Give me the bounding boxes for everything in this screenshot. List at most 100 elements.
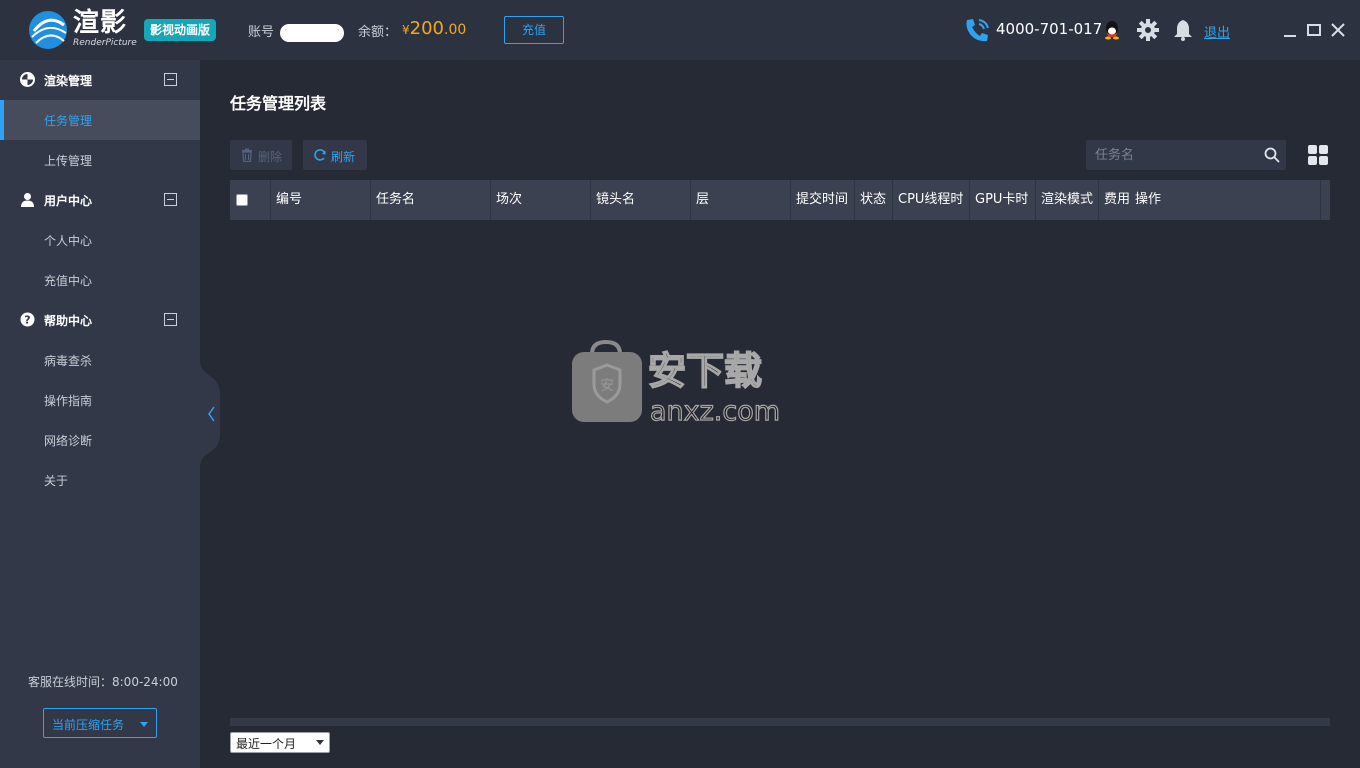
collapse-toggle[interactable] — [164, 193, 177, 206]
svg-text:?: ? — [24, 314, 30, 327]
sidebar-item-label: 操作指南 — [44, 394, 93, 408]
watermark-text-en: anxz.com — [650, 396, 780, 424]
brand-subtitle: RenderPicture — [73, 38, 137, 48]
column-header-render-mode[interactable]: 渲染模式 — [1041, 180, 1093, 220]
account-value-masked — [280, 24, 344, 42]
column-divider — [969, 180, 970, 220]
chevron-down-icon — [140, 722, 148, 727]
column-header-layer[interactable]: 层 — [696, 180, 709, 220]
sidebar-item-upload-management[interactable]: 上传管理 — [0, 140, 200, 180]
sidebar-group-user[interactable]: 用户中心 — [0, 180, 200, 220]
recharge-button[interactable]: 充值 — [504, 16, 564, 44]
search-box — [1086, 140, 1286, 170]
gear-icon[interactable] — [1137, 19, 1159, 41]
balance-currency: ¥ — [402, 23, 410, 37]
collapse-toggle[interactable] — [164, 313, 177, 326]
user-icon — [21, 193, 34, 207]
column-header-gpu-time[interactable]: GPU卡时 — [975, 180, 1028, 220]
sidebar-item-label: 关于 — [44, 474, 69, 488]
select-all-checkbox[interactable] — [236, 194, 248, 206]
horizontal-scrollbar[interactable] — [230, 718, 1330, 726]
column-divider — [590, 180, 591, 220]
period-select-value: 最近一个月 — [236, 737, 297, 751]
sidebar-item-recharge-center[interactable]: 充值中心 — [0, 260, 200, 300]
collapse-toggle[interactable] — [164, 73, 177, 86]
refresh-button[interactable]: 刷新 — [303, 140, 367, 170]
bell-icon[interactable] — [1173, 19, 1193, 41]
grid-view-icon[interactable] — [1308, 145, 1328, 165]
column-divider — [270, 180, 271, 220]
trash-icon — [242, 148, 252, 162]
sidebar-item-label: 上传管理 — [44, 154, 93, 168]
brand-name: 渲影 — [73, 8, 128, 38]
column-header-submit-time[interactable]: 提交时间 — [796, 180, 848, 220]
service-time: 客服在线时间：8:00-24:00 — [28, 675, 178, 689]
account-label: 账号 — [248, 25, 275, 40]
logo-icon — [29, 11, 67, 49]
sidebar-item-personal-center[interactable]: 个人中心 — [0, 220, 200, 260]
sidebar-item-virus-scan[interactable]: 病毒查杀 — [0, 340, 200, 380]
sidebar-item-task-management[interactable]: 任务管理 — [0, 100, 200, 140]
sidebar-group-help[interactable]: ? 帮助中心 — [0, 300, 200, 340]
watermark-logo: 安 安下载 anxz.com — [572, 340, 781, 424]
search-icon[interactable] — [1264, 147, 1280, 163]
table-header: 编号 任务名 场次 镜头名 层 提交时间 状态 CPU线程时 GPU卡时 渲染模… — [230, 180, 1330, 220]
delete-label: 删除 — [258, 150, 283, 164]
column-header-actions[interactable]: 操作 — [1135, 180, 1161, 220]
column-divider — [1320, 180, 1321, 220]
edition-badge: 影视动画版 — [144, 19, 217, 41]
sidebar-group-label: 渲染管理 — [44, 74, 93, 88]
balance-label: 余额： — [358, 25, 398, 40]
sidebar-group-label: 用户中心 — [44, 194, 93, 208]
balance-integer: 200 — [409, 18, 444, 39]
sidebar-item-label: 个人中心 — [44, 234, 93, 248]
sidebar-item-label: 网络诊断 — [44, 434, 93, 448]
sidebar-item-label: 任务管理 — [44, 114, 93, 128]
column-header-id[interactable]: 编号 — [276, 180, 302, 220]
help-icon: ? — [20, 312, 35, 327]
column-header-shot-name[interactable]: 镜头名 — [596, 180, 635, 220]
watermark-shield-glyph: 安 — [600, 378, 614, 394]
compress-task-select[interactable]: 当前压缩任务 — [43, 708, 157, 738]
sidebar-item-label: 病毒查杀 — [44, 354, 93, 368]
logout-link[interactable]: 退出 — [1204, 22, 1230, 41]
balance-decimal: .00 — [444, 22, 467, 38]
refresh-label: 刷新 — [331, 150, 356, 164]
column-divider — [690, 180, 691, 220]
page-title: 任务管理列表 — [230, 94, 327, 113]
column-divider — [370, 180, 371, 220]
column-header-task-name[interactable]: 任务名 — [376, 180, 415, 220]
column-divider — [1098, 180, 1099, 220]
chevron-down-icon — [316, 740, 324, 745]
column-divider — [854, 180, 855, 220]
column-header-status[interactable]: 状态 — [860, 180, 886, 220]
period-select[interactable]: 最近一个月 — [230, 732, 330, 753]
balance-value: ¥200.00 — [402, 18, 466, 41]
minimize-icon[interactable] — [1282, 24, 1298, 38]
watermark-text-cn: 安下载 — [648, 349, 762, 393]
column-divider — [1035, 180, 1036, 220]
sidebar-collapse-handle[interactable] — [200, 360, 220, 468]
sidebar-group-render[interactable]: 渲染管理 — [0, 60, 200, 100]
close-icon[interactable] — [1330, 22, 1346, 38]
hotline-number: 4000-701-017 — [996, 20, 1103, 38]
sidebar-item-about[interactable]: 关于 — [0, 460, 200, 500]
sidebar-item-guide[interactable]: 操作指南 — [0, 380, 200, 420]
phone-icon — [966, 19, 989, 42]
column-header-scene[interactable]: 场次 — [496, 180, 522, 220]
maximize-icon[interactable] — [1306, 22, 1322, 38]
delete-button[interactable]: 删除 — [230, 140, 292, 170]
column-divider — [892, 180, 893, 220]
sidebar-item-network-diagnosis[interactable]: 网络诊断 — [0, 420, 200, 460]
refresh-icon — [314, 149, 326, 161]
compress-task-label: 当前压缩任务 — [52, 718, 125, 732]
search-input[interactable] — [1086, 140, 1256, 170]
column-divider — [790, 180, 791, 220]
sidebar: 渲染管理 任务管理 上传管理 用户中心 个人中心 充值中心 ? 帮助中心 病毒查… — [0, 60, 200, 768]
title-bar: 渲影 RenderPicture 影视动画版 账号 余额： ¥200.00 充值… — [0, 0, 1360, 60]
column-header-cpu-time[interactable]: CPU线程时 — [898, 180, 963, 220]
column-header-cost[interactable]: 费用 — [1104, 180, 1130, 220]
render-icon — [20, 72, 35, 87]
sidebar-group-label: 帮助中心 — [44, 314, 93, 328]
qq-icon[interactable] — [1103, 20, 1121, 40]
